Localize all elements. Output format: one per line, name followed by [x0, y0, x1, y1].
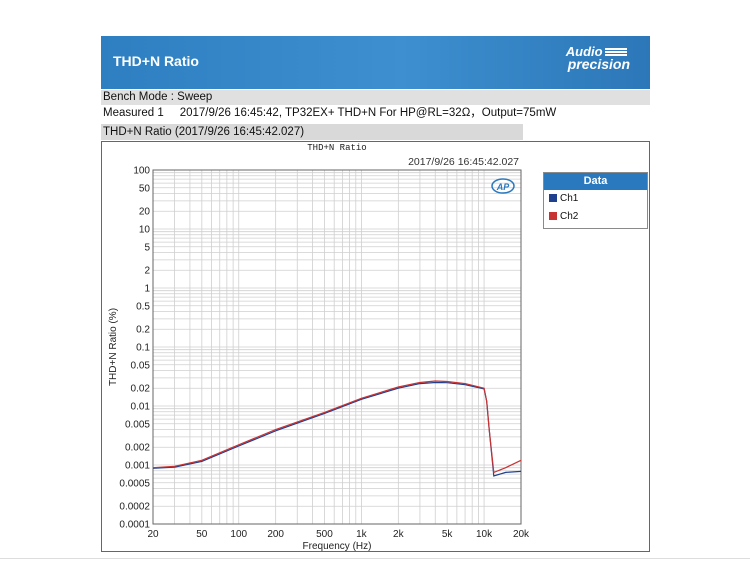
- chart-legend: Data Ch1 Ch2: [543, 172, 648, 229]
- x-tick-label: 200: [267, 529, 284, 540]
- legend-item-ch2[interactable]: Ch2: [544, 208, 647, 226]
- chart-title: THD+N Ratio: [307, 143, 366, 153]
- chart-grid: [152, 169, 522, 525]
- x-tick-label: 20: [147, 529, 159, 540]
- y-tick-label: 50: [139, 183, 151, 194]
- chart-timestamp: 2017/9/26 16:45:42.027: [408, 156, 519, 168]
- legend-item-ch1[interactable]: Ch1: [544, 190, 647, 208]
- legend-label-ch1: Ch1: [560, 193, 579, 204]
- y-tick-label: 0.01: [131, 402, 151, 413]
- x-tick-label: 50: [196, 529, 208, 540]
- x-tick-label: 1k: [356, 529, 368, 540]
- legend-swatch-ch1: [549, 194, 557, 203]
- legend-label-ch2: Ch2: [560, 211, 579, 222]
- y-tick-label: 0.0002: [119, 502, 150, 513]
- ap-badge-icon: AP: [491, 178, 515, 194]
- x-tick-label: 500: [316, 529, 333, 540]
- y-axis-label: THD+N Ratio (%): [108, 308, 119, 386]
- x-tick-label: 5k: [442, 529, 454, 540]
- y-tick-label: 0.2: [136, 325, 150, 336]
- y-tick-label: 20: [139, 207, 151, 218]
- x-tick-label: 2k: [393, 529, 405, 540]
- y-tick-label: 0.05: [131, 360, 151, 371]
- y-tick-label: 0.001: [125, 461, 150, 472]
- y-tick-label: 10: [139, 225, 151, 236]
- thdn-chart: 20 50 100 200 500 1k 2k 5k 10k 20k 100 50 20 10 5 2 1 0.5…: [108, 143, 530, 552]
- legend-title: Data: [544, 173, 647, 190]
- y-tick-label: 0.5: [136, 301, 150, 312]
- y-tick-label: 0.0001: [119, 520, 150, 531]
- x-tick-label: 20k: [513, 529, 530, 540]
- y-tick-label: 0.002: [125, 443, 150, 454]
- y-tick-label: 0.1: [136, 343, 150, 354]
- page-divider: [0, 558, 750, 559]
- y-tick-label: 100: [133, 166, 150, 177]
- y-tick-label: 0.02: [131, 384, 151, 395]
- y-tick-label: 2: [144, 266, 150, 277]
- x-axis-label: Frequency (Hz): [303, 541, 372, 552]
- ap-badge-text: AP: [496, 182, 510, 192]
- x-tick-label: 10k: [476, 529, 493, 540]
- y-tick-label: 1: [144, 284, 150, 295]
- y-tick-label: 0.0005: [119, 478, 150, 489]
- y-tick-label: 5: [144, 242, 150, 253]
- x-tick-label: 100: [230, 529, 247, 540]
- y-tick-label: 0.005: [125, 419, 150, 430]
- legend-swatch-ch2: [549, 212, 557, 221]
